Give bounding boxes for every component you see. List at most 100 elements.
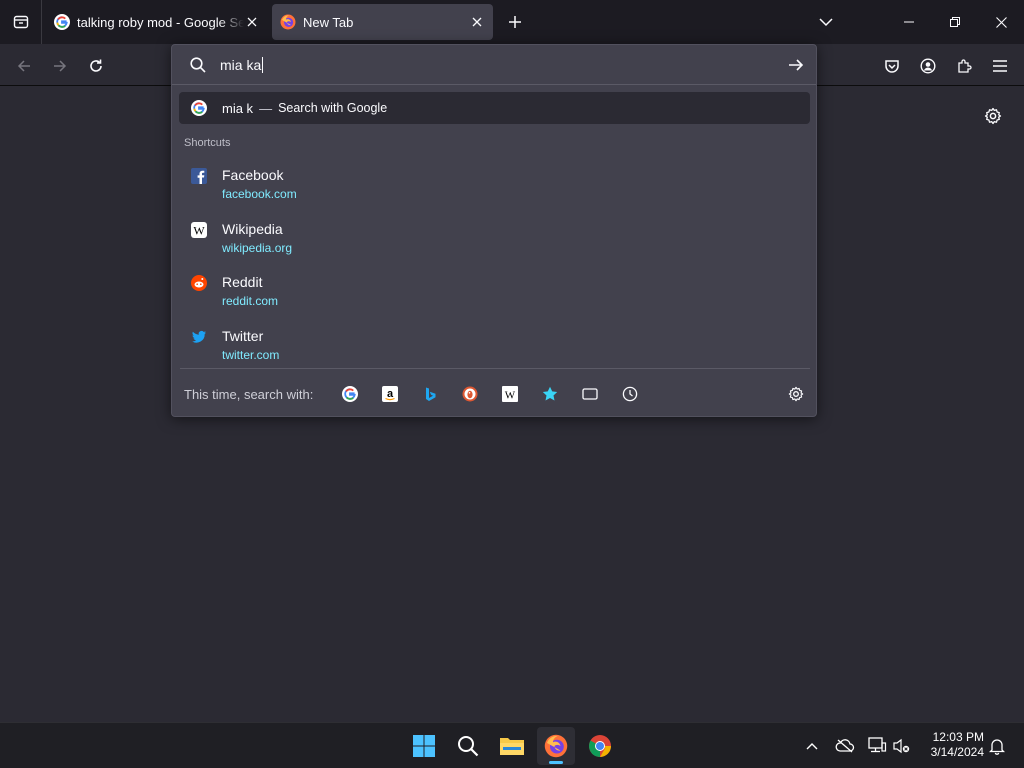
suggestion-text: mia k <box>222 100 254 116</box>
go-arrow-icon[interactable] <box>786 55 806 75</box>
wikipedia-icon: W <box>502 386 518 402</box>
search-with-label: This time, search with: <box>184 387 314 402</box>
shortcut-name: Facebook <box>222 167 284 183</box>
firefox-icon <box>280 14 296 30</box>
firefox-view-button[interactable] <box>0 0 42 44</box>
new-tab-button[interactable] <box>503 10 527 34</box>
account-button[interactable] <box>914 52 942 80</box>
chevron-down-icon <box>819 18 833 27</box>
duckduckgo-icon <box>462 386 478 402</box>
arrow-left-icon <box>17 60 30 72</box>
show-hidden-icons-button[interactable] <box>800 734 824 758</box>
onedrive-tray-icon[interactable] <box>833 734 857 758</box>
speaker-muted-icon <box>893 738 910 754</box>
plus-icon <box>509 16 521 28</box>
engine-bing-button[interactable] <box>418 382 442 406</box>
engine-tabs-button[interactable] <box>578 382 602 406</box>
close-tab-button[interactable] <box>244 14 260 30</box>
hamburger-icon <box>993 60 1007 72</box>
shortcut-name: Wikipedia <box>222 221 283 237</box>
wikipedia-icon: W <box>191 222 207 238</box>
close-tab-button[interactable] <box>469 14 485 30</box>
tab-google-search[interactable]: talking roby mod - Google Search <box>46 4 268 40</box>
url-input-value: mia ka <box>220 57 262 73</box>
pocket-icon <box>885 60 899 73</box>
reload-button[interactable] <box>82 52 110 80</box>
pocket-button[interactable] <box>878 52 906 80</box>
tab-new-tab[interactable]: New Tab <box>272 4 493 40</box>
shortcut-wikipedia[interactable]: W Wikipedia wikipedia.org <box>172 216 816 266</box>
text-caret <box>262 57 264 73</box>
notifications-button[interactable] <box>985 734 1009 758</box>
google-icon <box>54 14 70 30</box>
shortcut-twitter[interactable]: Twitter twitter.com <box>172 323 816 373</box>
search-settings-button[interactable] <box>784 382 808 406</box>
tab-bar: talking roby mod - Google Search New Tab <box>0 0 1024 44</box>
shortcut-name: Reddit <box>222 274 263 290</box>
restore-button[interactable] <box>932 0 978 44</box>
bing-icon <box>426 387 436 401</box>
network-tray-icon[interactable] <box>865 734 889 758</box>
firefox-view-icon <box>13 15 28 29</box>
minimize-button[interactable] <box>886 0 932 44</box>
divider <box>180 368 810 369</box>
suggestion-action: Search with Google <box>278 101 388 115</box>
engine-amazon-button[interactable]: a <box>378 382 402 406</box>
shortcuts-heading: Shortcuts <box>184 137 231 149</box>
clock-time: 12:03 PM <box>932 730 984 744</box>
engine-google-button[interactable] <box>338 382 362 406</box>
shortcut-name: Twitter <box>222 328 264 344</box>
firefox-taskbar-button[interactable] <box>537 727 575 765</box>
engine-wikipedia-button[interactable]: W <box>498 382 522 406</box>
shortcut-facebook[interactable]: Facebook facebook.com <box>172 162 816 212</box>
cloud-offline-icon <box>835 739 855 753</box>
twitter-icon <box>192 330 206 343</box>
restore-icon <box>950 17 960 27</box>
network-icon <box>868 737 887 753</box>
personalize-button[interactable] <box>980 103 1006 129</box>
taskbar-search-button[interactable] <box>449 727 487 765</box>
windows-icon <box>413 735 435 757</box>
close-icon <box>247 17 257 27</box>
volume-tray-icon[interactable] <box>890 734 914 758</box>
search-icon <box>458 736 479 757</box>
search-icon <box>190 57 206 73</box>
engine-history-button[interactable] <box>618 382 642 406</box>
bell-icon <box>989 739 1005 755</box>
account-icon <box>920 58 936 74</box>
suggestion-separator: — <box>259 100 273 116</box>
reddit-icon <box>191 275 207 291</box>
puzzle-icon <box>958 59 972 73</box>
shortcut-reddit[interactable]: Reddit reddit.com <box>172 269 816 319</box>
shortcut-url: facebook.com <box>222 187 297 201</box>
arrow-right-icon <box>54 60 67 72</box>
back-button[interactable] <box>10 52 38 80</box>
url-input[interactable]: mia ka <box>220 54 780 76</box>
extensions-button[interactable] <box>950 52 978 80</box>
engine-duckduckgo-button[interactable] <box>458 382 482 406</box>
app-menu-button[interactable] <box>986 52 1014 80</box>
taskbar-clock[interactable]: 12:03 PM 3/14/2024 <box>912 730 984 760</box>
search-suggestion-row[interactable]: mia k — Search with Google <box>179 92 810 124</box>
close-icon <box>472 17 482 27</box>
shortcut-url: reddit.com <box>222 294 279 308</box>
start-button[interactable] <box>405 727 443 765</box>
chrome-taskbar-button[interactable] <box>581 727 619 765</box>
engine-bookmarks-button[interactable] <box>538 382 562 406</box>
tabs-icon <box>582 388 598 400</box>
amazon-icon: a <box>382 386 398 402</box>
svg-text:a: a <box>387 388 394 400</box>
forward-button[interactable] <box>46 52 74 80</box>
chevron-up-icon <box>806 743 818 750</box>
list-all-tabs-button[interactable] <box>814 10 838 34</box>
tab-title: talking roby mod - Google Search <box>77 14 244 30</box>
svg-text:W: W <box>505 390 516 402</box>
bookmark-star-icon <box>542 386 558 401</box>
svg-text:W: W <box>193 224 205 238</box>
file-explorer-button[interactable] <box>493 727 531 765</box>
window-close-button[interactable] <box>978 0 1024 44</box>
reload-icon <box>90 59 102 72</box>
shortcut-url: twitter.com <box>222 348 280 362</box>
history-clock-icon <box>622 386 638 402</box>
chrome-icon <box>589 735 611 757</box>
